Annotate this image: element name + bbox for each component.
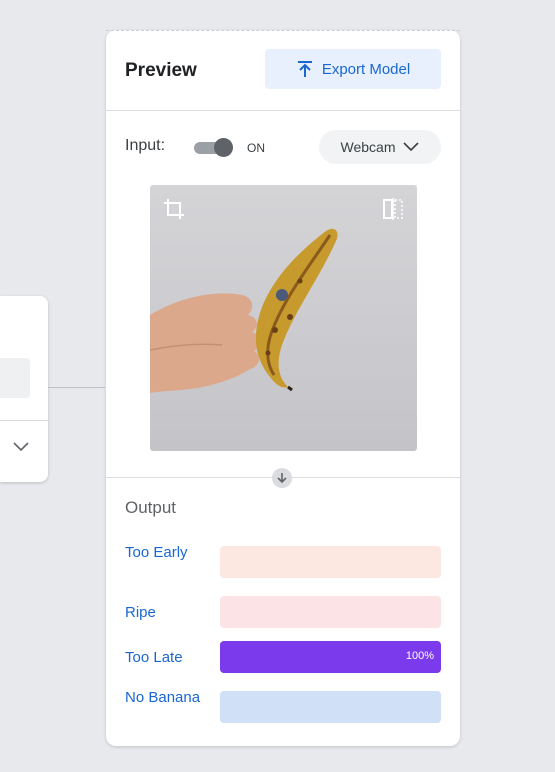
confidence-percent: 100% [405, 650, 434, 662]
confidence-bar: 100% [220, 641, 441, 673]
class-label: Ripe [125, 604, 156, 621]
chevron-down-icon[interactable] [12, 440, 30, 452]
input-source-select[interactable]: Webcam [319, 130, 441, 164]
panel-top-edge [106, 30, 460, 31]
page-title: Preview [125, 60, 197, 81]
flow-arrow [272, 468, 292, 488]
banana-image [150, 228, 338, 393]
input-row: Input: ON Webcam [106, 130, 460, 164]
class-label: Too Late [125, 649, 183, 666]
webcam-preview [150, 185, 417, 451]
preview-panel: Preview Export Model Input: ON Webcam Ou… [106, 30, 460, 746]
side-card-divider [0, 420, 48, 421]
side-card-field[interactable] [0, 358, 30, 398]
input-label: Input: [125, 137, 166, 154]
confidence-bar [220, 546, 441, 578]
output-title: Output [125, 498, 177, 517]
confidence-bar [220, 596, 441, 628]
flip-icon[interactable] [381, 197, 405, 221]
connector-line [48, 387, 105, 388]
export-model-button[interactable]: Export Model [265, 49, 441, 89]
class-label: No Banana [125, 689, 201, 706]
toggle-state-text: ON [247, 141, 265, 155]
toggle-knob [214, 138, 233, 157]
class-label: Too Early [125, 544, 188, 561]
upload-icon [297, 61, 312, 77]
confidence-bar [220, 691, 441, 723]
side-card [0, 296, 48, 482]
export-model-label: Export Model [321, 60, 411, 78]
panel-header: Preview Export Model [106, 30, 460, 111]
chevron-down-icon [403, 142, 420, 152]
input-toggle[interactable] [194, 138, 234, 157]
arrow-down-icon [277, 473, 287, 484]
crop-icon[interactable] [162, 197, 186, 221]
input-source-value: Webcam [340, 139, 396, 155]
